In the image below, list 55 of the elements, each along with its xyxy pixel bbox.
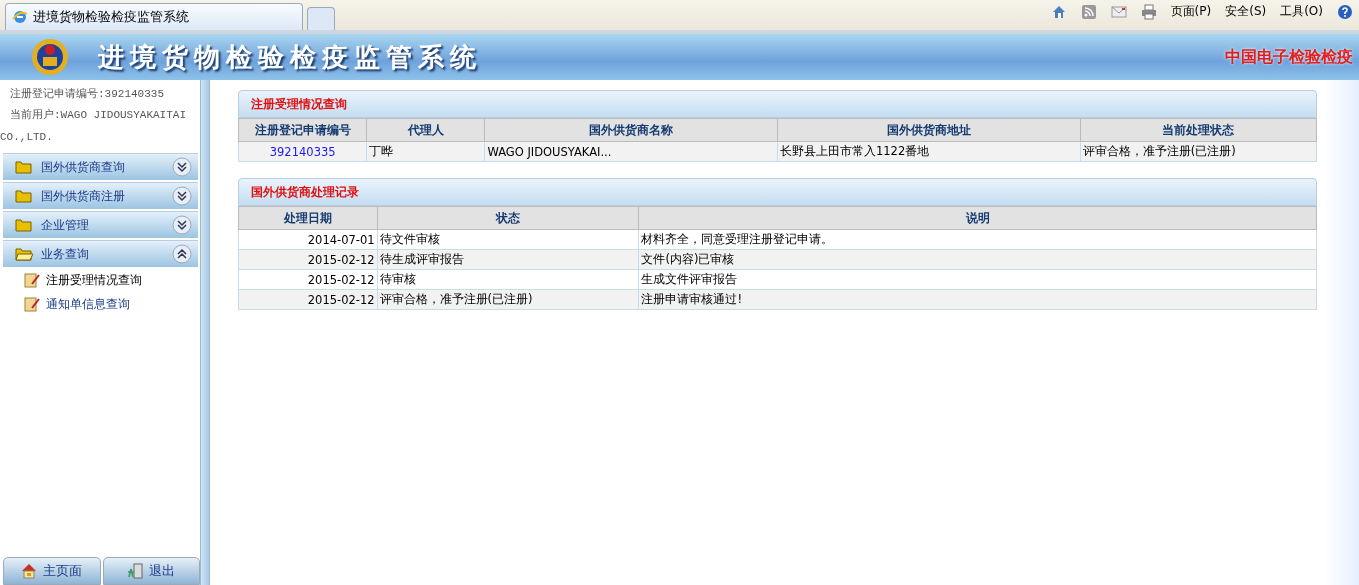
expand-icon [172, 215, 192, 235]
system-title: 进境货物检验检疫监管系统 [98, 40, 482, 74]
help-icon[interactable] [1337, 3, 1353, 20]
browser-tab[interactable]: 进境货物检验检疫监管系统 [5, 3, 303, 30]
globe-e-icon [12, 9, 28, 25]
expand-icon [172, 186, 192, 206]
splitter-handle[interactable] [201, 80, 210, 585]
folder-icon [15, 189, 33, 203]
door-exit-icon [127, 563, 144, 579]
folder-icon [15, 218, 33, 232]
logout-button[interactable]: 退出 [102, 557, 200, 585]
table-cell: 2015-02-12 [238, 269, 378, 290]
panel-title: 国外供货商处理记录 [251, 183, 359, 201]
feed-icon[interactable] [1080, 3, 1097, 20]
expand-icon [172, 157, 192, 177]
menu-item[interactable]: 通知单信息查询 [0, 292, 200, 316]
panel-title: 注册受理情况查询 [251, 95, 347, 113]
brand-text: 中国电子检验检疫 [1225, 46, 1353, 68]
column-header: 注册登记申请编号 [238, 118, 367, 142]
new-tab-button[interactable] [307, 7, 335, 30]
emblem-icon [30, 37, 70, 77]
table-cell: 2015-02-12 [238, 249, 378, 270]
menu-item[interactable]: 注册受理情况查询 [0, 268, 200, 292]
toolbar-menu[interactable]: 工具(O) [1280, 3, 1323, 20]
column-header: 当前处理状态 [1080, 118, 1317, 142]
toolbar-menu[interactable]: 页面(P) [1170, 3, 1212, 20]
note-pencil-icon [24, 272, 40, 288]
folder-icon [15, 160, 33, 174]
menu-group[interactable]: 国外供货商查询 [3, 153, 198, 180]
menu-group[interactable]: 企业管理 [3, 211, 198, 238]
table-cell: 生成文件评审报告 [638, 269, 1317, 290]
user-info-text: 注册登记申请编号:392140335 [9, 87, 165, 102]
column-header: 处理日期 [238, 206, 378, 230]
column-header: 国外供货商名称 [484, 118, 778, 142]
column-header: 国外供货商地址 [777, 118, 1081, 142]
collapse-icon [172, 244, 192, 264]
table-cell: 2015-02-12 [238, 289, 378, 310]
column-header: 状态 [377, 206, 639, 230]
house-icon [21, 563, 38, 579]
mail-icon[interactable] [1110, 3, 1127, 20]
table-cell: 注册申请审核通过! [638, 289, 1317, 310]
user-info-text: 当前用户:WAGO JIDOUSYAKAITAI CO.,LTD. [0, 108, 188, 145]
open-folder-icon [15, 247, 33, 261]
menu-group[interactable]: 业务查询 [3, 240, 198, 267]
menu-group[interactable]: 国外供货商注册 [3, 182, 198, 209]
toolbar-menu[interactable]: 安全(S) [1225, 3, 1267, 20]
note-pencil-icon [24, 296, 40, 312]
printer-icon[interactable] [1140, 3, 1157, 20]
column-header: 代理人 [366, 118, 485, 142]
table-cell: 2014-07-01 [238, 229, 378, 250]
application-number-link[interactable]: 392140335 [238, 141, 367, 162]
table-cell: 文件(内容)已审核 [638, 249, 1317, 270]
table-cell: 材料齐全，同意受理注册登记申请。 [638, 229, 1317, 250]
home-button[interactable]: 主页面 [3, 557, 101, 585]
column-header: 说明 [638, 206, 1317, 230]
